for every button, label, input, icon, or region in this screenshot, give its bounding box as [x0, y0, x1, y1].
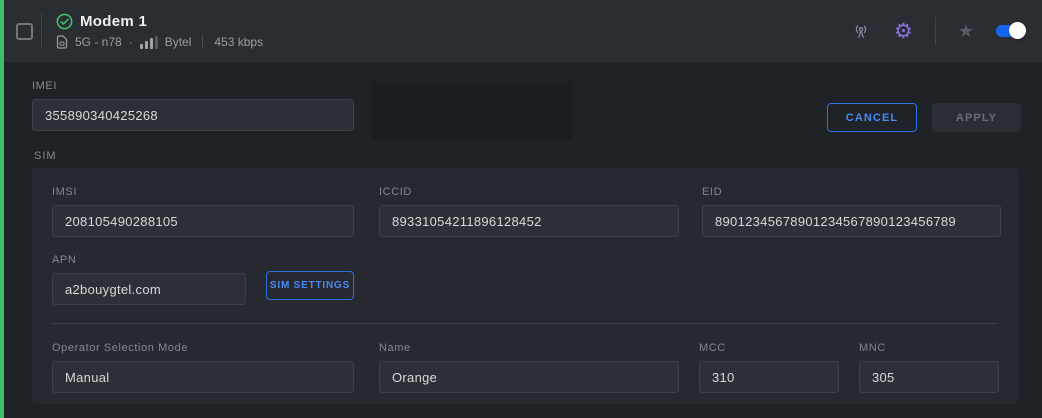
status-check-circle-icon: [56, 13, 73, 30]
sim-settings-button[interactable]: SIM SETTINGS: [266, 271, 354, 300]
eid-field-group: EID: [702, 186, 1001, 237]
cancel-button[interactable]: CANCEL: [827, 103, 917, 132]
eid-label: EID: [702, 186, 1001, 198]
operator-mode-label: Operator Selection Mode: [52, 342, 354, 354]
iccid-field-group: ICCID: [379, 186, 679, 237]
panel-divider: [52, 323, 998, 324]
empty-region: [372, 82, 572, 140]
mnc-label: MNC: [859, 342, 999, 354]
settings-button[interactable]: ⚙: [894, 21, 913, 42]
imei-label: IMEI: [32, 80, 354, 92]
operator-name-field-group: Name: [379, 342, 679, 393]
antenna-icon: [850, 20, 872, 42]
apply-button[interactable]: APPLY: [932, 103, 1021, 132]
sub-divider: [202, 35, 203, 49]
header-actions: ⚙ ★: [850, 17, 1026, 45]
mcc-label: MCC: [699, 342, 839, 354]
operator-name-input[interactable]: [379, 361, 679, 393]
modem-header: Modem 1 5G - n78 · Bytel 453 kbps: [4, 0, 1042, 62]
speed-label: 453 kbps: [214, 35, 263, 49]
sim-card-icon: [56, 35, 68, 49]
mnc-field-group: MNC: [859, 342, 999, 393]
imsi-field-group: IMSI: [52, 186, 354, 237]
apn-label: APN: [52, 254, 246, 266]
mnc-input[interactable]: [859, 361, 999, 393]
sim-panel: IMSI ICCID EID APN SIM SETTINGS Operator…: [32, 168, 1018, 404]
toggle-knob: [1009, 22, 1026, 39]
mcc-field-group: MCC: [699, 342, 839, 393]
imei-input[interactable]: [32, 99, 354, 131]
favorite-button[interactable]: ★: [936, 22, 974, 40]
mcc-input[interactable]: [699, 361, 839, 393]
operator-mode-input[interactable]: [52, 361, 354, 393]
imsi-input[interactable]: [52, 205, 354, 237]
operator-mode-field-group: Operator Selection Mode: [52, 342, 354, 393]
modem-enabled-toggle[interactable]: [996, 24, 1026, 38]
apn-input[interactable]: [52, 273, 246, 305]
imsi-label: IMSI: [52, 186, 354, 198]
gear-icon: ⚙: [894, 21, 913, 42]
sim-section-label: SIM: [34, 150, 57, 162]
carrier-label: Bytel: [165, 35, 192, 49]
operator-name-label: Name: [379, 342, 679, 354]
header-divider: [41, 14, 42, 48]
modem-detail-panel: Modem 1 5G - n78 · Bytel 453 kbps: [0, 0, 1042, 418]
network-band-label: 5G - n78: [75, 35, 122, 49]
apn-field-group: APN: [52, 254, 246, 305]
imei-field-group: IMEI: [32, 80, 354, 131]
antenna-button[interactable]: [850, 20, 872, 42]
dot-separator: ·: [129, 35, 133, 49]
signal-strength-icon: [140, 36, 158, 49]
iccid-label: ICCID: [379, 186, 679, 198]
modem-select-checkbox[interactable]: [16, 23, 33, 40]
eid-input[interactable]: [702, 205, 1001, 237]
modem-title: Modem 1: [80, 13, 147, 30]
modem-title-block: Modem 1 5G - n78 · Bytel 453 kbps: [56, 13, 263, 49]
iccid-input[interactable]: [379, 205, 679, 237]
star-icon: ★: [958, 22, 974, 40]
